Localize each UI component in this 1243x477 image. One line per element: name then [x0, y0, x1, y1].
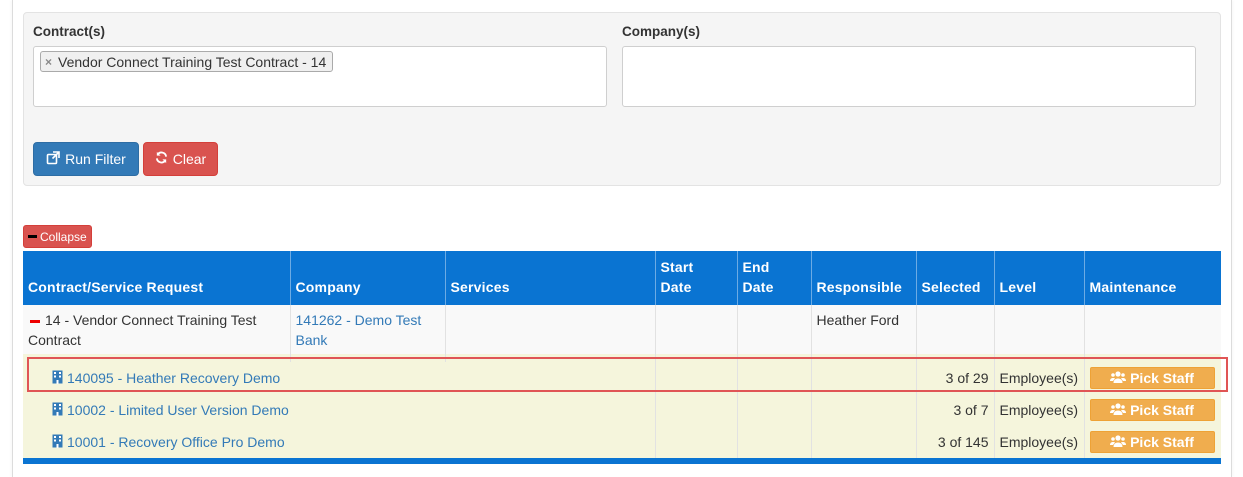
contracts-table: Contract/Service Request Company Service…	[23, 251, 1221, 464]
building-icon	[52, 369, 63, 389]
pick-staff-button[interactable]: Pick Staff	[1089, 367, 1215, 389]
run-filter-button[interactable]: Run Filter	[33, 142, 139, 176]
cell	[1084, 305, 1221, 354]
table-row: 10002 - Limited User Version Demo 3 of 7…	[23, 394, 1221, 426]
selected-count: 3 of 145	[916, 426, 995, 458]
cell	[737, 305, 812, 354]
cell	[655, 394, 738, 426]
selected-count: 3 of 7	[916, 394, 995, 426]
users-icon	[1110, 368, 1127, 388]
cell	[737, 362, 812, 394]
cell	[737, 394, 812, 426]
cell	[811, 426, 917, 458]
child-name-cell: 10001 - Recovery Office Pro Demo	[23, 426, 656, 458]
child-name-link[interactable]: 10002 - Limited User Version Demo	[67, 402, 289, 418]
clear-button[interactable]: Clear	[143, 142, 218, 176]
building-icon	[52, 401, 63, 421]
header-end-date-line2: Date	[742, 279, 774, 295]
maintenance-cell: Pick Staff	[1084, 362, 1221, 394]
maintenance-cell: Pick Staff	[1084, 426, 1221, 458]
level-cell: Employee(s)	[994, 394, 1085, 426]
pick-staff-button[interactable]: Pick Staff	[1089, 399, 1215, 421]
cell	[916, 305, 995, 354]
table-row: 140095 - Heather Recovery Demo 3 of 29 E…	[23, 362, 1221, 394]
header-level[interactable]: Level	[994, 251, 1085, 305]
building-icon	[52, 433, 63, 453]
collapse-label: Collapse	[40, 229, 87, 244]
header-company[interactable]: Company	[290, 251, 446, 305]
child-name-link[interactable]: 140095 - Heather Recovery Demo	[67, 370, 280, 386]
cell	[445, 305, 656, 354]
collapse-row-icon[interactable]	[30, 319, 40, 323]
table-row: 10001 - Recovery Office Pro Demo 3 of 14…	[23, 426, 1221, 458]
companies-multiselect[interactable]	[622, 46, 1196, 107]
header-contract[interactable]: Contract/Service Request	[23, 251, 291, 305]
filter-panel: Contract(s) × Vendor Connect Training Te…	[23, 12, 1221, 186]
minus-icon	[28, 235, 37, 238]
maintenance-cell: Pick Staff	[1084, 394, 1221, 426]
header-start-date-line1: Start	[660, 259, 694, 275]
header-start-date-line2: Date	[660, 279, 692, 295]
child-name-cell: 140095 - Heather Recovery Demo	[23, 362, 656, 394]
pick-staff-label: Pick Staff	[1130, 434, 1194, 450]
contracts-multiselect[interactable]: × Vendor Connect Training Test Contract …	[33, 46, 607, 107]
cell	[994, 305, 1085, 354]
cell	[811, 394, 917, 426]
cell	[655, 362, 738, 394]
table-header-row: Contract/Service Request Company Service…	[23, 251, 1221, 305]
pick-staff-label: Pick Staff	[1130, 402, 1194, 418]
collapse-button[interactable]: Collapse	[23, 225, 92, 248]
companies-label: Company(s)	[622, 24, 701, 39]
run-filter-label: Run Filter	[65, 151, 126, 167]
parent-contract-cell: 14 - Vendor Connect Training Test Contra…	[23, 305, 291, 354]
parent-company-cell: 141262 - Demo Test Bank	[290, 305, 446, 354]
header-start-date[interactable]: Start Date	[655, 251, 738, 305]
pick-staff-label: Pick Staff	[1130, 370, 1194, 386]
contracts-label: Contract(s)	[33, 24, 106, 39]
cell	[811, 362, 917, 394]
cell	[655, 305, 738, 354]
pick-staff-button[interactable]: Pick Staff	[1089, 431, 1215, 453]
header-responsible[interactable]: Responsible	[811, 251, 917, 305]
row-spacer	[23, 354, 1221, 362]
header-end-date[interactable]: End Date	[737, 251, 812, 305]
parent-responsible-cell: Heather Ford	[811, 305, 917, 354]
clear-label: Clear	[172, 151, 207, 167]
selected-count: 3 of 29	[916, 362, 995, 394]
header-selected[interactable]: Selected	[916, 251, 995, 305]
refresh-icon	[155, 151, 168, 167]
cell	[655, 426, 738, 458]
table-footer-bar	[23, 458, 1221, 464]
header-services[interactable]: Services	[445, 251, 656, 305]
parent-company-link[interactable]: 141262 - Demo Test Bank	[296, 312, 422, 348]
header-end-date-line1: End	[742, 259, 770, 275]
child-name-cell: 10002 - Limited User Version Demo	[23, 394, 656, 426]
parent-contract-name: 14 - Vendor Connect Training Test Contra…	[28, 312, 257, 348]
external-link-icon	[46, 150, 60, 168]
users-icon	[1110, 400, 1127, 420]
level-cell: Employee(s)	[994, 362, 1085, 394]
table-row: 14 - Vendor Connect Training Test Contra…	[23, 305, 1221, 354]
remove-tag-icon[interactable]: ×	[45, 55, 52, 69]
level-cell: Employee(s)	[994, 426, 1085, 458]
users-icon	[1110, 432, 1127, 452]
contract-tag-label: Vendor Connect Training Test Contract - …	[58, 53, 327, 70]
contract-tag: × Vendor Connect Training Test Contract …	[40, 51, 334, 72]
cell	[737, 426, 812, 458]
child-name-link[interactable]: 10001 - Recovery Office Pro Demo	[67, 434, 285, 450]
header-maintenance: Maintenance	[1084, 251, 1221, 305]
